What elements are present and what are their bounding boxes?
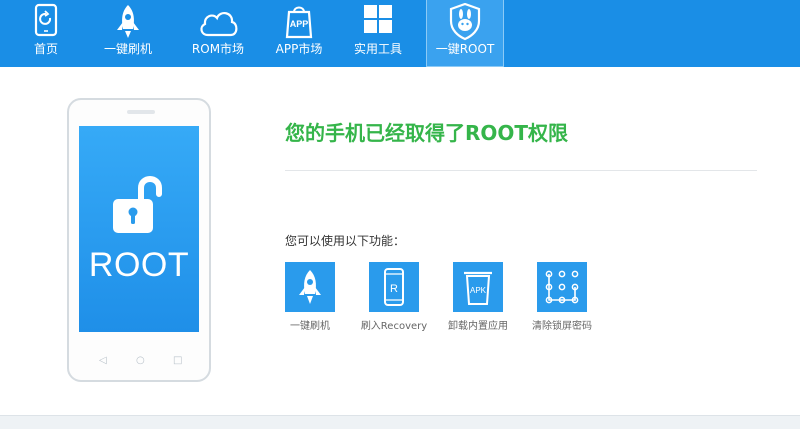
feature-recovery[interactable]: R 刷入Recovery — [352, 262, 436, 334]
phone-illustration: ROOT ◁ ○ □ — [67, 98, 211, 382]
home-icon — [34, 3, 58, 37]
bottom-status-strip — [0, 415, 800, 429]
title-divider — [285, 170, 757, 171]
rocket-icon — [299, 270, 321, 304]
nav-home-label: 首页 — [33, 42, 58, 56]
rocket-icon — [117, 5, 139, 38]
phone-r-icon: R — [384, 268, 404, 306]
feature-clear-lock[interactable]: 清除锁屏密码 — [520, 262, 604, 334]
feature-recovery-label: 刷入Recovery — [360, 321, 428, 332]
feature-clear-lock-tile — [537, 262, 587, 312]
phone-speaker — [127, 110, 155, 114]
feature-flash-label: 一键刷机 — [290, 321, 330, 332]
feature-uninstall[interactable]: APK 卸载内置应用 — [436, 262, 520, 334]
phone-back-key: ◁ — [99, 355, 107, 366]
phone-soft-keys: ◁ ○ □ — [69, 354, 209, 368]
feature-uninstall-label: 卸载内置应用 — [448, 321, 508, 332]
phone-recent-key: □ — [173, 355, 183, 366]
features-subtitle: 您可以使用以下功能： — [285, 234, 406, 248]
nav-tools-label: 实用工具 — [353, 42, 402, 56]
nav-flash[interactable]: 一键刷机 — [92, 0, 164, 67]
nav-app-market-label: APP市场 — [275, 42, 323, 56]
top-toolbar: 首页 一键刷机 ROM市场 APP APP市场 实用工具 一键ROOT — [0, 0, 800, 67]
nav-app-market[interactable]: APP APP市场 — [264, 0, 334, 67]
grid-icon — [364, 5, 392, 33]
app-bag-icon: APP — [285, 6, 313, 39]
pattern-lock-icon — [545, 270, 579, 304]
cloud-icon — [200, 12, 238, 37]
shield-rabbit-icon — [449, 3, 481, 41]
feature-clear-lock-label: 清除锁屏密码 — [532, 321, 592, 332]
nav-rom-market[interactable]: ROM市场 — [178, 0, 258, 67]
phone-home-key: ○ — [136, 355, 145, 366]
nav-root-label: 一键ROOT — [435, 42, 495, 56]
phone-screen: ROOT — [79, 126, 199, 332]
unlocked-padlock-icon — [113, 176, 162, 233]
svg-text:APK: APK — [470, 286, 487, 295]
feature-flash[interactable]: 一键刷机 — [268, 262, 352, 334]
phone-screen-root-label: ROOT — [88, 246, 190, 284]
nav-home[interactable]: 首页 — [18, 0, 74, 67]
nav-flash-label: 一键刷机 — [103, 42, 152, 56]
page-title: 您的手机已经取得了ROOT权限 — [285, 121, 569, 145]
nav-root[interactable]: 一键ROOT — [426, 0, 504, 67]
feature-flash-tile — [285, 262, 335, 312]
nav-tools[interactable]: 实用工具 — [346, 0, 410, 67]
nav-rom-market-label: ROM市场 — [191, 42, 245, 56]
svg-text:APP: APP — [290, 19, 309, 29]
feature-uninstall-tile: APK — [453, 262, 503, 312]
svg-text:R: R — [390, 283, 398, 295]
feature-recovery-tile: R — [369, 262, 419, 312]
apk-bin-icon: APK — [464, 271, 492, 305]
